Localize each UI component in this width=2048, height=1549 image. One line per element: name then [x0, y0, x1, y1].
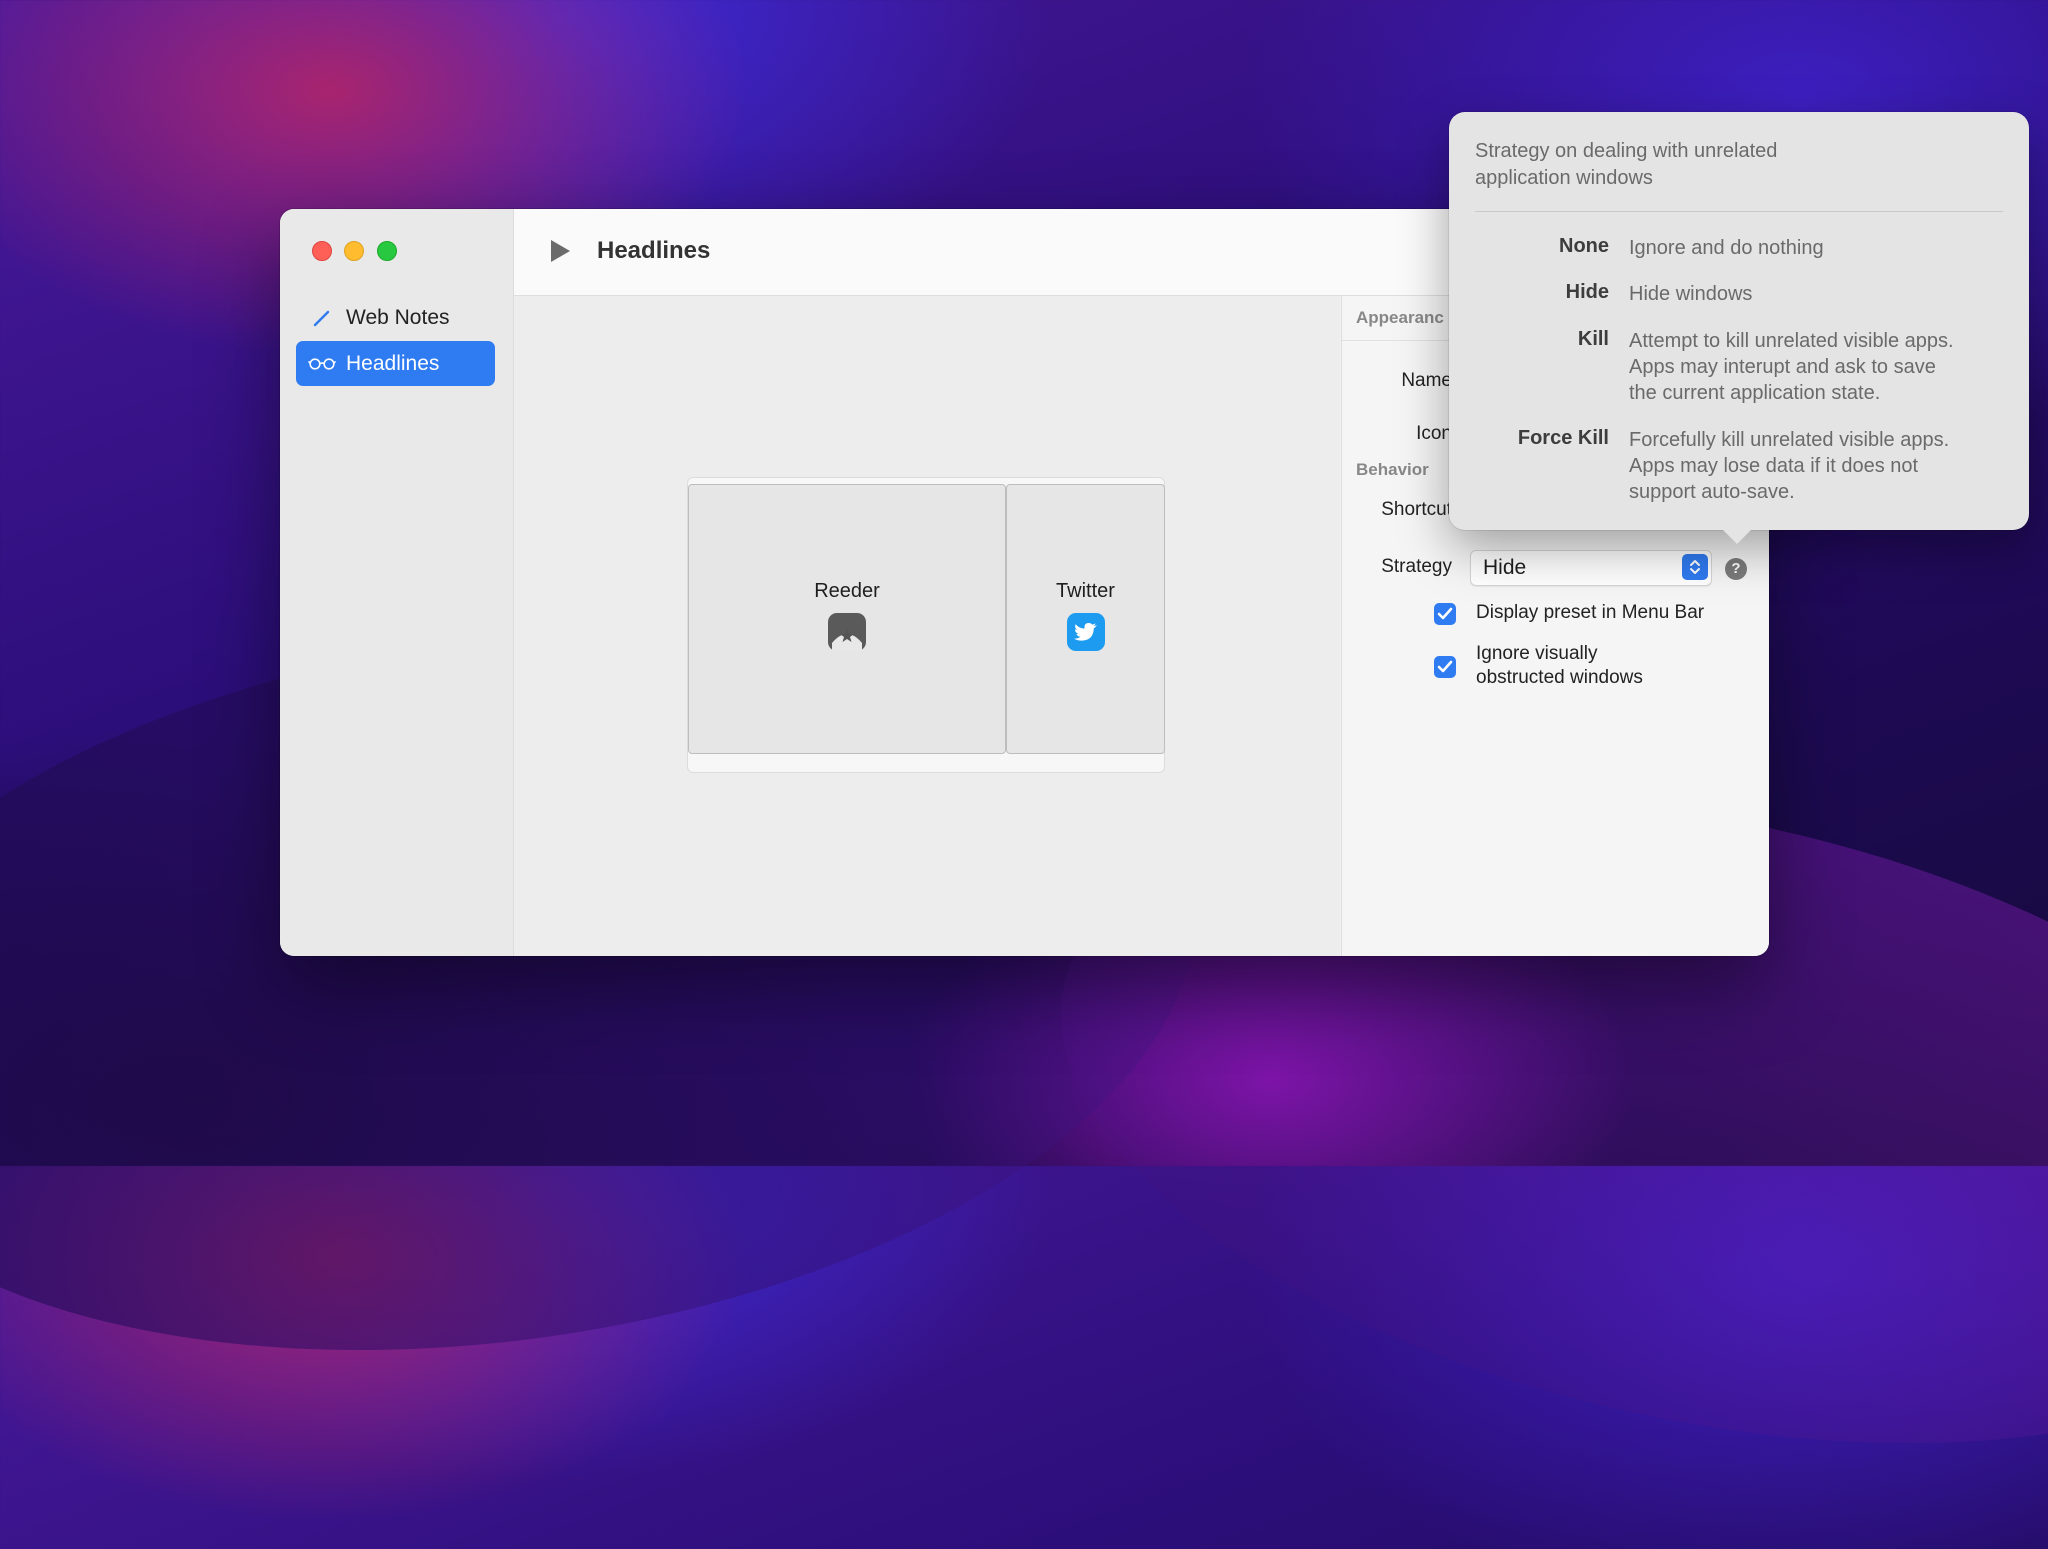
desc-line: Apps may interupt and ask to save [1629, 356, 1936, 378]
shortcut-label: Shortcut [1381, 499, 1452, 520]
twitter-app-icon [1066, 613, 1105, 651]
play-icon[interactable] [548, 239, 572, 268]
chevron-updown-icon [1682, 554, 1708, 580]
option-name-force-kill: Force Kill [1517, 427, 1609, 449]
option-name-none: None [1559, 235, 1609, 257]
desc-line: Ignore and do nothing [1629, 237, 1824, 259]
behavior-section-header: Behavior [1356, 460, 1429, 479]
ignore-obstructed-label: Ignore visually obstructed windows [1476, 642, 1643, 690]
heading-line: Strategy on dealing with unrelated [1475, 140, 1778, 162]
layout-tile-reeder[interactable]: Reeder [688, 484, 1006, 754]
label-line: obstructed windows [1476, 667, 1643, 688]
popover-arrow [1723, 530, 1751, 544]
desc-line: the current application state. [1629, 382, 1881, 404]
close-button[interactable] [312, 241, 332, 261]
sidebar-item-headlines[interactable]: Headlines [296, 341, 495, 386]
option-desc-kill: Attempt to kill unrelated visible apps. … [1629, 328, 2009, 406]
checkmark-icon [1437, 660, 1453, 673]
name-label: Name [1401, 370, 1452, 391]
option-desc-none: Ignore and do nothing [1629, 235, 2009, 261]
strategy-select[interactable]: Hide [1470, 550, 1712, 586]
label-line: Ignore visually [1476, 643, 1598, 664]
layout-preview: Reeder Twitter [687, 477, 1165, 773]
desc-line: Hide windows [1629, 283, 1753, 305]
minimize-button[interactable] [344, 241, 364, 261]
appearance-section-header: Appearanc [1356, 308, 1444, 327]
strategy-select-value: Hide [1483, 556, 1527, 579]
popover-divider [1475, 211, 2003, 212]
desc-line: Forcefully kill unrelated visible apps. [1629, 429, 1950, 451]
desc-line: Attempt to kill unrelated visible apps. [1629, 330, 1954, 352]
sidebar: Web Notes Headlines [280, 209, 514, 956]
ignore-obstructed-checkbox[interactable] [1434, 656, 1456, 678]
checkmark-icon [1437, 607, 1453, 620]
tile-label: Twitter [1056, 580, 1115, 602]
option-desc-force-kill: Forcefully kill unrelated visible apps. … [1629, 427, 2009, 505]
glasses-icon [308, 356, 336, 372]
pencil-icon [308, 308, 336, 328]
tile-label: Reeder [814, 580, 880, 602]
layout-canvas: Reeder Twitter [514, 296, 1340, 956]
display-in-menu-bar-checkbox[interactable] [1434, 603, 1456, 625]
reeder-app-icon [828, 613, 866, 651]
option-name-hide: Hide [1565, 281, 1609, 303]
desc-line: Apps may lose data if it does not [1629, 455, 1919, 477]
layout-tile-twitter[interactable]: Twitter [1006, 484, 1165, 754]
sidebar-item-label: Web Notes [346, 305, 450, 329]
desc-line: support auto-save. [1629, 481, 1795, 503]
help-button[interactable]: ? [1725, 558, 1747, 580]
zoom-button[interactable] [377, 241, 397, 261]
sidebar-item-web-notes[interactable]: Web Notes [296, 295, 495, 340]
heading-line: application windows [1475, 167, 1653, 189]
display-in-menu-bar-label: Display preset in Menu Bar [1476, 602, 1705, 623]
option-name-kill: Kill [1577, 328, 1609, 350]
strategy-help-popover: Strategy on dealing with unrelated appli… [1449, 112, 2029, 544]
sidebar-item-label: Headlines [346, 351, 440, 375]
strategy-label: Strategy [1381, 556, 1452, 577]
popover-heading: Strategy on dealing with unrelated appli… [1475, 138, 1875, 192]
option-desc-hide: Hide windows [1629, 281, 2009, 307]
page-title: Headlines [597, 237, 711, 264]
icon-label: Icon [1416, 423, 1452, 444]
